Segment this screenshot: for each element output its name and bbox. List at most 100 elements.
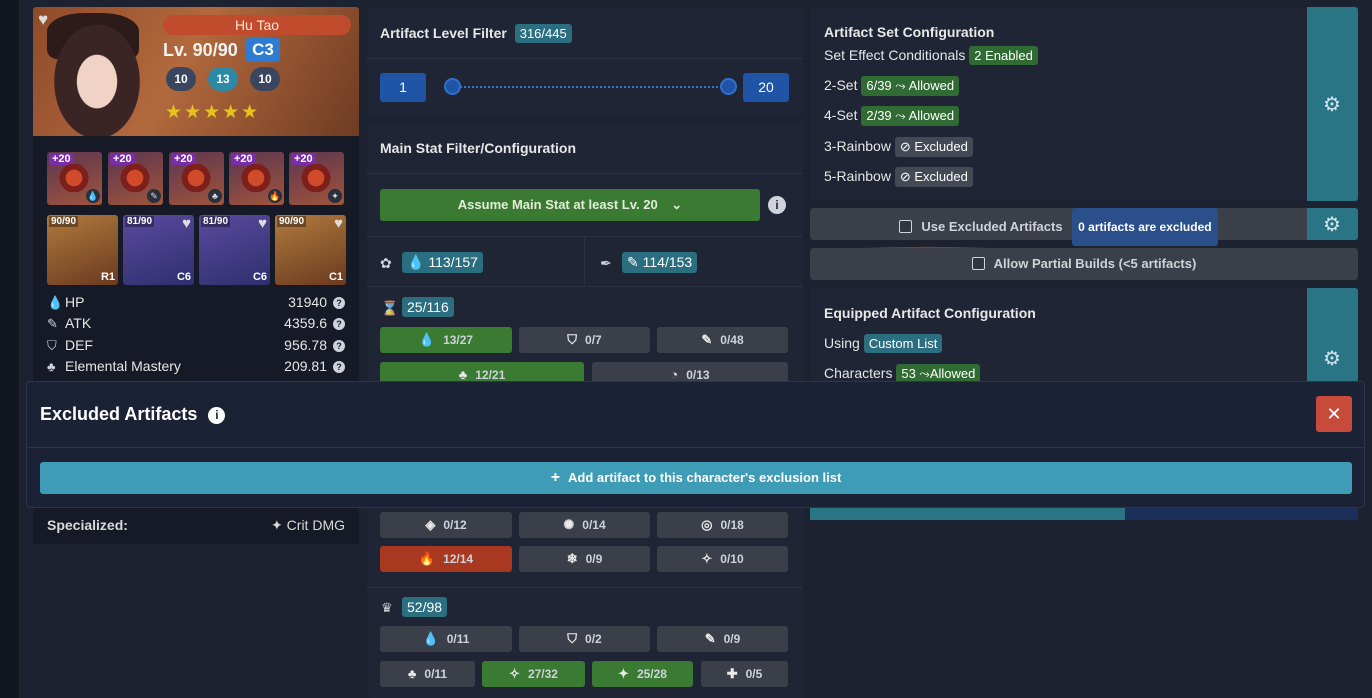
plume-count-text: 114/153	[642, 254, 693, 270]
member-constellation: C6	[176, 271, 191, 283]
equipped-settings-button[interactable]: ⚙	[1307, 288, 1358, 382]
use-excluded-toggle[interactable]: Use Excluded Artifacts 0 artifacts are e…	[810, 208, 1307, 246]
equipped-characters-label: Characters	[824, 365, 893, 381]
five-rainbow-badge[interactable]: ⊘ Excluded	[894, 167, 973, 187]
add-excluded-artifact-button[interactable]: + Add artifact to this character's exclus…	[40, 462, 1352, 494]
goblet-physical-button[interactable]: ✧ 0/10	[657, 546, 788, 572]
goblet-hydro-button[interactable]: ◎ 0/18	[657, 512, 788, 538]
build-button-right[interactable]	[1125, 508, 1358, 520]
sands-hp-button[interactable]: 💧 13/27	[380, 327, 512, 353]
divider	[367, 236, 803, 237]
allow-partial-builds-toggle[interactable]: Allow Partial Builds (<5 artifacts)	[810, 248, 1358, 280]
favorite-heart-icon[interactable]: ♥	[38, 11, 56, 28]
level-max-input[interactable]: 20	[743, 73, 789, 102]
heart-icon[interactable]: ♥	[182, 215, 191, 232]
use-excluded-checkbox[interactable]	[899, 220, 913, 233]
artifact-icon	[120, 164, 150, 192]
cryo-icon: ❄	[566, 551, 578, 566]
sands-em-count: 12/21	[475, 368, 506, 382]
help-icon[interactable]: ?	[333, 297, 345, 309]
modal-divider	[27, 447, 1364, 448]
circlet-crit-dmg-button[interactable]: ✦ 25/28	[592, 661, 693, 687]
equipped-using-label: Using	[824, 335, 860, 351]
stat-value: 4359.6	[284, 315, 327, 331]
atk-icon: ✎	[627, 254, 639, 270]
help-icon[interactable]: ?	[333, 361, 345, 373]
artifact-slot-flower[interactable]: +20 💧	[47, 152, 102, 205]
team-member-1[interactable]: 81/90 ♥ C6	[123, 215, 194, 285]
assume-main-stat-dropdown[interactable]: Assume Main Stat at least Lv. 20 ⌄	[380, 189, 760, 221]
circlet-count: 52/98	[402, 597, 448, 617]
team-member-2[interactable]: 81/90 ♥ C6	[199, 215, 270, 285]
info-icon[interactable]: i	[208, 407, 226, 424]
pyro-icon: 🔥	[418, 551, 436, 566]
excluded-settings-button[interactable]: ⚙	[1307, 208, 1358, 240]
two-set-row: 2-Set 6/39 ⤳ Allowed	[824, 76, 960, 96]
sands-atk-button[interactable]: ✎ 0/48	[657, 327, 788, 353]
three-rainbow-badge[interactable]: ⊘ Excluded	[894, 137, 973, 157]
stat-label: ATK	[65, 315, 92, 331]
heart-icon[interactable]: ♥	[334, 215, 343, 232]
circlet-em-button[interactable]: ♣ 0/11	[380, 661, 475, 687]
equipped-using-badge[interactable]: Custom List	[863, 334, 943, 353]
five-rainbow-label: 5-Rainbow	[824, 168, 891, 184]
level-slider-track[interactable]	[453, 86, 729, 88]
level-slider-max-handle[interactable]	[720, 78, 737, 95]
artifact-icon	[59, 164, 89, 192]
circlet-def-button[interactable]: ⛉ 0/2	[519, 626, 650, 652]
goblet-anemo-button[interactable]: ◈ 0/12	[380, 512, 512, 538]
anemo-icon: ✺	[563, 517, 575, 532]
equipped-using-row: Using Custom List	[824, 334, 943, 353]
set-conditionals-badge[interactable]: 2 Enabled	[969, 46, 1038, 65]
sands-def-button[interactable]: ⛉ 0/7	[519, 327, 650, 353]
circlet-hp-button[interactable]: 💧 0/11	[380, 626, 512, 652]
hp-main-stat-icon: 💧	[86, 189, 100, 203]
help-icon[interactable]: ?	[333, 318, 345, 330]
gear-icon: ⚙	[1323, 348, 1341, 370]
goblet-count: 0/12	[443, 518, 467, 532]
circlet-crit-rate-button[interactable]: ✧ 27/32	[482, 661, 585, 687]
hydro-icon: ◎	[701, 517, 713, 532]
gear-icon: ⚙	[1323, 214, 1341, 236]
stat-value: 31940	[288, 294, 327, 310]
level-filter-count: 316/445	[514, 24, 572, 43]
hp-icon: 💧	[422, 631, 439, 646]
artifact-slot-sands[interactable]: +20 ♣	[169, 152, 224, 205]
use-excluded-label: Use Excluded Artifacts	[921, 219, 1063, 234]
def-icon: ⛉	[47, 338, 57, 353]
artifact-slot-plume[interactable]: +20 ✎	[108, 152, 163, 205]
goblet-pyro-button[interactable]: 🔥 12/14	[380, 546, 512, 572]
plume-count: ✎ 114/153	[622, 252, 698, 273]
goblet-anemo-button-2[interactable]: ✺ 0/14	[519, 512, 650, 538]
info-icon[interactable]: i	[768, 196, 786, 214]
goblet-cryo-button[interactable]: ❄ 0/9	[519, 546, 650, 572]
heart-icon[interactable]: ♥	[258, 215, 267, 232]
close-button[interactable]: ✕	[1316, 396, 1352, 432]
allow-partial-checkbox[interactable]	[971, 257, 985, 270]
stat-label: HP	[65, 294, 85, 310]
talent-burst: 10	[250, 67, 280, 91]
level-min-input[interactable]: 1	[380, 73, 426, 102]
sands-er-button[interactable]: ◔ 0/13	[592, 362, 788, 382]
two-set-badge[interactable]: 6/39 ⤳ Allowed	[861, 76, 960, 96]
atk-icon: ✎	[704, 631, 716, 646]
set-config-settings-button[interactable]: ⚙	[1307, 7, 1358, 201]
circlet-atk-button[interactable]: ✎ 0/9	[657, 626, 788, 652]
level-slider-min-handle[interactable]	[444, 78, 461, 95]
four-set-badge[interactable]: 2/39 ⤳ Allowed	[861, 106, 960, 126]
build-button-left[interactable]	[810, 508, 1125, 520]
set-config-title: Artifact Set Configuration	[824, 24, 995, 40]
goblet-count: 12/14	[443, 552, 474, 566]
em-icon: ♣	[47, 359, 56, 374]
artifact-slot-goblet[interactable]: +20 🔥	[229, 152, 284, 205]
sands-em-button[interactable]: ♣ 12/21	[380, 362, 584, 382]
geo-icon: ◈	[425, 517, 436, 532]
talent-auto: 10	[166, 67, 196, 91]
weapon-slot[interactable]: 90/90 R1	[47, 215, 118, 285]
help-icon[interactable]: ?	[333, 340, 345, 352]
goblet-count: 0/9	[585, 552, 603, 566]
artifact-icon	[181, 164, 211, 192]
team-member-3[interactable]: 90/90 ♥ C1	[275, 215, 346, 285]
artifact-slot-circlet[interactable]: +20 ✦	[289, 152, 344, 205]
circlet-healing-button[interactable]: ✚ 0/5	[701, 661, 788, 687]
